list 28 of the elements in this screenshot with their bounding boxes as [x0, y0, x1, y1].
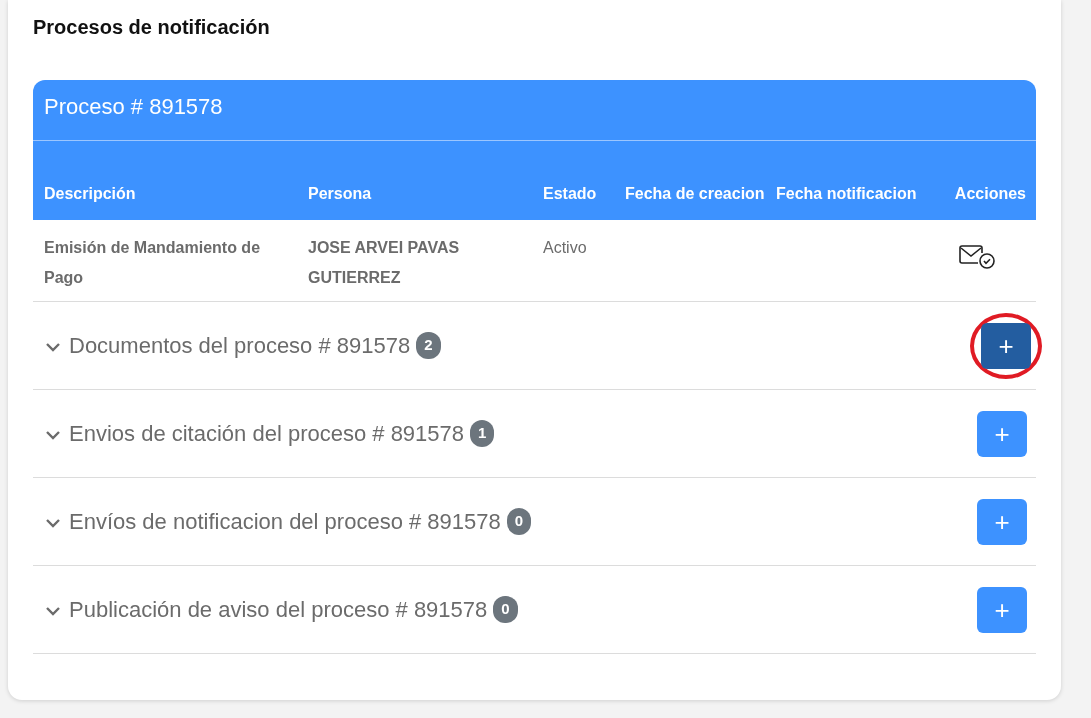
- count-badge: 2: [416, 332, 441, 359]
- column-header: Fecha de creacion: [625, 185, 765, 202]
- add-button[interactable]: +: [977, 586, 1027, 633]
- section-toggle[interactable]: Publicación de aviso del proceso # 891578: [69, 593, 488, 626]
- count-badge: 1: [470, 420, 495, 447]
- table-cell: Activo: [543, 239, 587, 256]
- chevron-down-icon[interactable]: [45, 429, 61, 442]
- chevron-down-icon[interactable]: [45, 341, 61, 354]
- table-cell: Emisión de Mandamiento de Pago: [44, 239, 261, 286]
- count-badge: 0: [506, 508, 532, 535]
- section-toggle[interactable]: Envíos de notificacion del proceso # 891578: [69, 505, 501, 538]
- section-toggle[interactable]: Envios de citación del proceso # 891578: [69, 417, 465, 450]
- process-title: Proceso # 891578: [44, 94, 223, 119]
- add-button[interactable]: +: [981, 322, 1031, 369]
- column-header: Acciones: [954, 185, 1026, 202]
- column-header: Persona: [308, 185, 372, 202]
- chevron-down-icon[interactable]: [45, 605, 61, 618]
- mail-check-icon[interactable]: [958, 243, 998, 270]
- column-header: Estado: [543, 185, 597, 202]
- section-title: Procesos de notificación: [33, 15, 271, 40]
- count-badge: 0: [493, 596, 518, 623]
- column-header: Fecha notificacion: [776, 185, 917, 202]
- add-button[interactable]: +: [977, 410, 1027, 457]
- section-toggle[interactable]: Documentos del proceso # 891578: [69, 329, 411, 362]
- chevron-down-icon[interactable]: [45, 517, 61, 530]
- table-cell: JOSE ARVEI PAVAS GUTIERREZ: [308, 239, 460, 286]
- column-header: Descripción: [44, 185, 136, 202]
- add-button[interactable]: +: [977, 498, 1027, 545]
